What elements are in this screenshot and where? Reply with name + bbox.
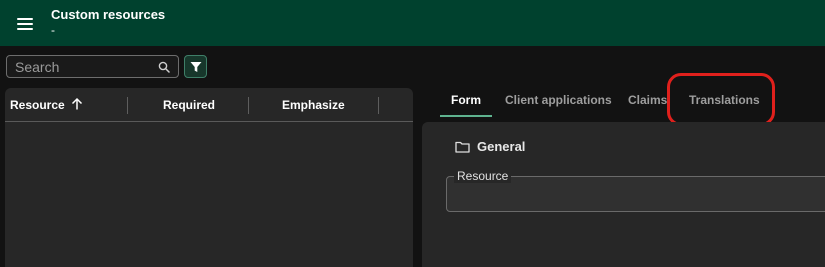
column-separator[interactable] [248, 97, 249, 114]
tab-translations[interactable]: Translations [689, 86, 760, 117]
resources-table: Resource Required Emphasize [5, 88, 413, 267]
search-input[interactable] [7, 56, 178, 77]
active-tab-indicator [440, 115, 492, 117]
column-header-resource[interactable]: Resource [10, 98, 65, 112]
resource-field[interactable]: Resource [446, 169, 825, 212]
column-separator[interactable] [378, 97, 379, 114]
page-subtitle: - [51, 23, 55, 37]
filter-button[interactable] [184, 55, 207, 78]
tab-form[interactable]: Form [440, 86, 492, 117]
group-label: General [477, 139, 526, 154]
sort-ascending-icon[interactable] [70, 97, 84, 111]
column-header-required[interactable]: Required [163, 98, 215, 112]
folder-icon [455, 141, 470, 153]
form-panel: General Resource [422, 122, 825, 267]
column-separator[interactable] [127, 97, 128, 114]
tab-claims[interactable]: Claims [628, 86, 667, 117]
hamburger-menu-icon[interactable] [14, 13, 36, 35]
resource-field-label: Resource [454, 169, 512, 183]
page-title: Custom resources [51, 7, 166, 22]
table-header: Resource Required Emphasize [5, 88, 413, 122]
app-bar: Custom resources - [0, 0, 825, 46]
column-header-emphasize[interactable]: Emphasize [282, 98, 345, 112]
filter-icon [190, 62, 202, 72]
search-box [6, 55, 179, 78]
tab-client-applications[interactable]: Client applications [505, 86, 612, 117]
search-icon[interactable] [158, 61, 170, 73]
